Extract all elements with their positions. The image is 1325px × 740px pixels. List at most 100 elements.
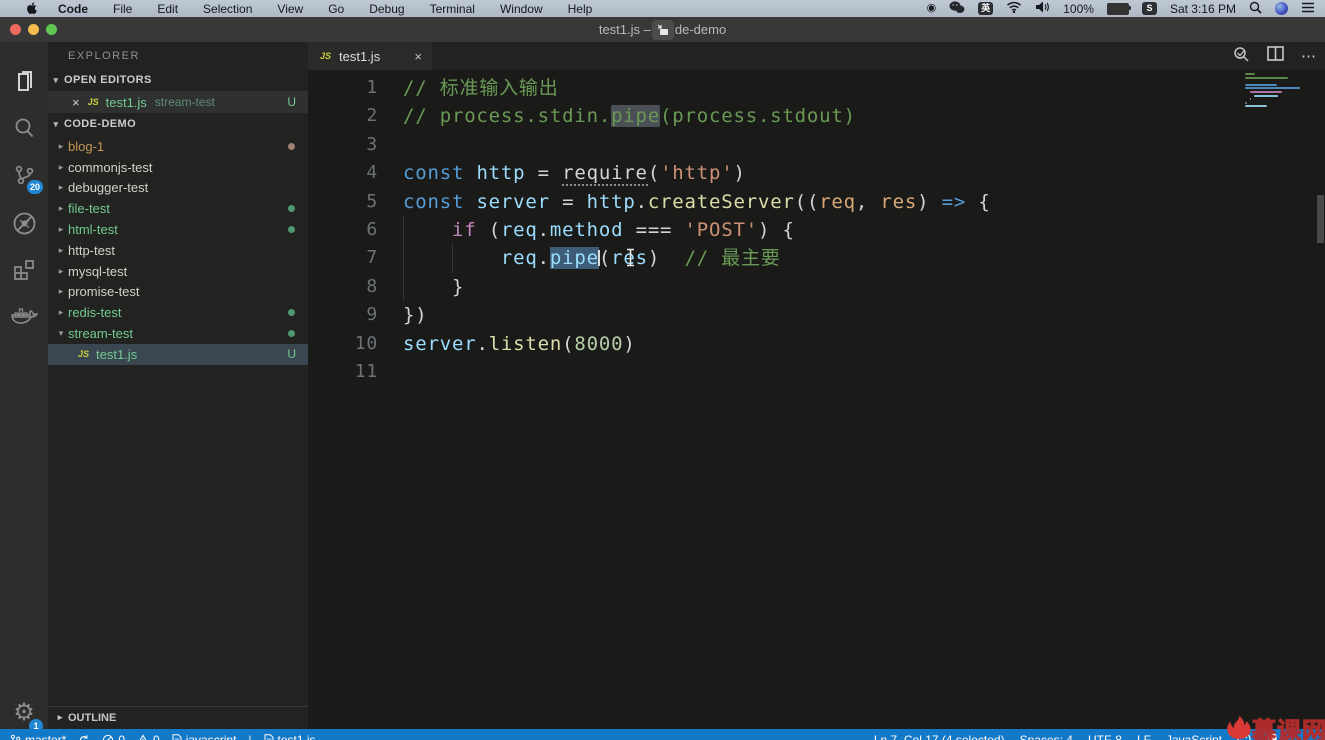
tree-item-blog-1[interactable]: ▸ blog-1 (48, 136, 308, 157)
line-number[interactable]: 4 (308, 159, 403, 187)
menu-edit[interactable]: Edit (157, 2, 178, 16)
token: = (537, 162, 563, 185)
close-editor-icon[interactable]: × (72, 95, 80, 110)
status-0[interactable]: 0 (137, 733, 160, 740)
screen-recording-stop-icon[interactable]: ◉ (927, 0, 937, 17)
tree-item-redis-test[interactable]: ▸ redis-test (48, 302, 308, 323)
status-javascript[interactable]: JavaScript (1166, 733, 1222, 740)
volume-icon[interactable] (1035, 1, 1050, 16)
status-javascript[interactable]: javascript (172, 733, 236, 740)
git-untracked-badge: U (287, 95, 296, 109)
input-method-icon[interactable]: 英 (978, 2, 994, 15)
wechat-icon[interactable] (949, 0, 965, 17)
tree-item-test1.js[interactable]: JS test1.js U (48, 343, 308, 365)
more-actions-icon[interactable]: ⋯ (1301, 47, 1317, 65)
indent-guide (403, 244, 404, 273)
line-number[interactable]: 11 (308, 358, 403, 386)
line-number[interactable]: 1 (308, 74, 403, 102)
code-line-1[interactable]: 1// 标准输入输出 (308, 74, 1325, 102)
code-line-8[interactable]: 8 } (308, 272, 1325, 302)
tree-item-stream-test[interactable]: ▾ stream-test (48, 323, 308, 344)
wifi-icon[interactable] (1006, 1, 1022, 16)
tree-item-http-test[interactable]: ▸ http-test (48, 240, 308, 261)
notification-center-icon[interactable] (1301, 2, 1315, 16)
status-label: master* (25, 733, 67, 740)
open-editor-item[interactable]: × JS test1.js stream-test U (48, 91, 308, 113)
tree-item-label: redis-test (68, 305, 122, 321)
tab-test1-js[interactable]: JS test1.js × (308, 42, 432, 70)
menu-selection[interactable]: Selection (203, 2, 252, 16)
minimap-line (1254, 94, 1279, 97)
js-file-icon: JS (320, 51, 332, 61)
status-ln-7-col-17-4-selected-[interactable]: Ln 7, Col 17 (4 selected) (874, 733, 1005, 740)
open-editors-header[interactable]: ▾ OPEN EDITORS (48, 69, 308, 91)
workspace-folder-header[interactable]: ▾ CODE-DEMO (48, 113, 308, 135)
source-control-icon[interactable]: 20 (0, 155, 48, 195)
activity-bar: 20 ⚙ 1 (0, 42, 48, 740)
menu-file[interactable]: File (113, 2, 132, 16)
code-text: const http = require('http') (403, 159, 1325, 187)
code-line-4[interactable]: 4 const http = require('http') (308, 159, 1325, 187)
tree-item-promise-test[interactable]: ▸ promise-test (48, 282, 308, 303)
line-number[interactable]: 2 (308, 102, 403, 130)
tree-item-debugger-test[interactable]: ▸ debugger-test (48, 178, 308, 199)
code-line-6[interactable]: 6 if (req.method === 'POST') { (308, 215, 1325, 245)
status-master-[interactable]: master* (10, 733, 66, 740)
search-icon[interactable] (0, 108, 48, 148)
menu-clock[interactable]: Sat 3:16 PM (1170, 2, 1236, 16)
open-changes-icon[interactable] (1232, 45, 1250, 68)
tree-item-html-test[interactable]: ▸ html-test (48, 219, 308, 240)
settings-gear-icon[interactable]: ⚙ 1 (0, 690, 48, 734)
token: method (549, 218, 624, 241)
code-line-10[interactable]: 10 server.listen(8000) (308, 330, 1325, 358)
apple-menu-icon[interactable] (27, 1, 40, 16)
minimap[interactable] (1245, 73, 1315, 113)
code-line-7[interactable]: 7 req.pipe(res) // 最主要 (308, 244, 1325, 273)
tree-item-commonjs-test[interactable]: ▸ commonjs-test (48, 157, 308, 178)
debug-icon[interactable] (0, 203, 48, 243)
code-line-5[interactable]: 5 const server = http.createServer((req, … (308, 188, 1325, 216)
line-number[interactable]: 3 (308, 131, 403, 159)
menu-help[interactable]: Help (568, 2, 593, 16)
status-spaces-4[interactable]: Spaces: 4 (1020, 733, 1073, 740)
code-line-3[interactable]: 3 (308, 131, 1325, 159)
tab-close-icon[interactable]: × (414, 49, 422, 64)
status-0[interactable]: 0 (102, 733, 125, 740)
code-editor[interactable]: 1// 标准输入输出 2// process.stdin.pipe(process… (308, 70, 1325, 740)
docker-icon[interactable] (0, 298, 48, 338)
menu-terminal[interactable]: Terminal (430, 2, 475, 16)
line-number[interactable]: 5 (308, 188, 403, 216)
scrollbar-thumb[interactable] (1317, 195, 1324, 243)
indent-guide (403, 215, 404, 245)
line-number[interactable]: 10 (308, 330, 403, 358)
line-number[interactable]: 9 (308, 301, 403, 329)
code-lines[interactable]: 1// 标准输入输出 2// process.stdin.pipe(process… (308, 74, 1325, 386)
token: => (941, 190, 967, 213)
warning-icon (137, 734, 149, 740)
status-sync[interactable] (78, 734, 90, 740)
code-line-2[interactable]: 2// process.stdin.pipe(process.stdout) (308, 102, 1325, 130)
spotlight-search-icon[interactable] (1249, 1, 1262, 17)
status-lf[interactable]: LF (1137, 733, 1151, 740)
status-test1-js[interactable]: test1.js (264, 733, 316, 740)
menu-go[interactable]: Go (328, 2, 344, 16)
explorer-icon[interactable] (0, 62, 48, 102)
menu-view[interactable]: View (277, 2, 303, 16)
menu-window[interactable]: Window (500, 2, 543, 16)
status-utf-8[interactable]: UTF-8 (1088, 733, 1122, 740)
tree-item-mysql-test[interactable]: ▸ mysql-test (48, 261, 308, 282)
siri-icon[interactable] (1275, 2, 1288, 15)
extensions-icon[interactable] (0, 250, 48, 290)
line-number[interactable]: 7 (308, 244, 403, 272)
token: . (635, 190, 648, 213)
split-editor-icon[interactable] (1267, 46, 1284, 66)
code-line-11[interactable]: 11 (308, 358, 1325, 386)
sogou-app-icon[interactable]: S (1141, 2, 1157, 15)
code-line-9[interactable]: 9}) (308, 301, 1325, 329)
outline-section-header[interactable]: ▸ OUTLINE (48, 706, 308, 728)
tree-item-file-test[interactable]: ▸ file-test (48, 198, 308, 219)
menu-debug[interactable]: Debug (369, 2, 404, 16)
menu-code[interactable]: Code (58, 2, 88, 16)
line-number[interactable]: 6 (308, 216, 403, 244)
line-number[interactable]: 8 (308, 273, 403, 301)
